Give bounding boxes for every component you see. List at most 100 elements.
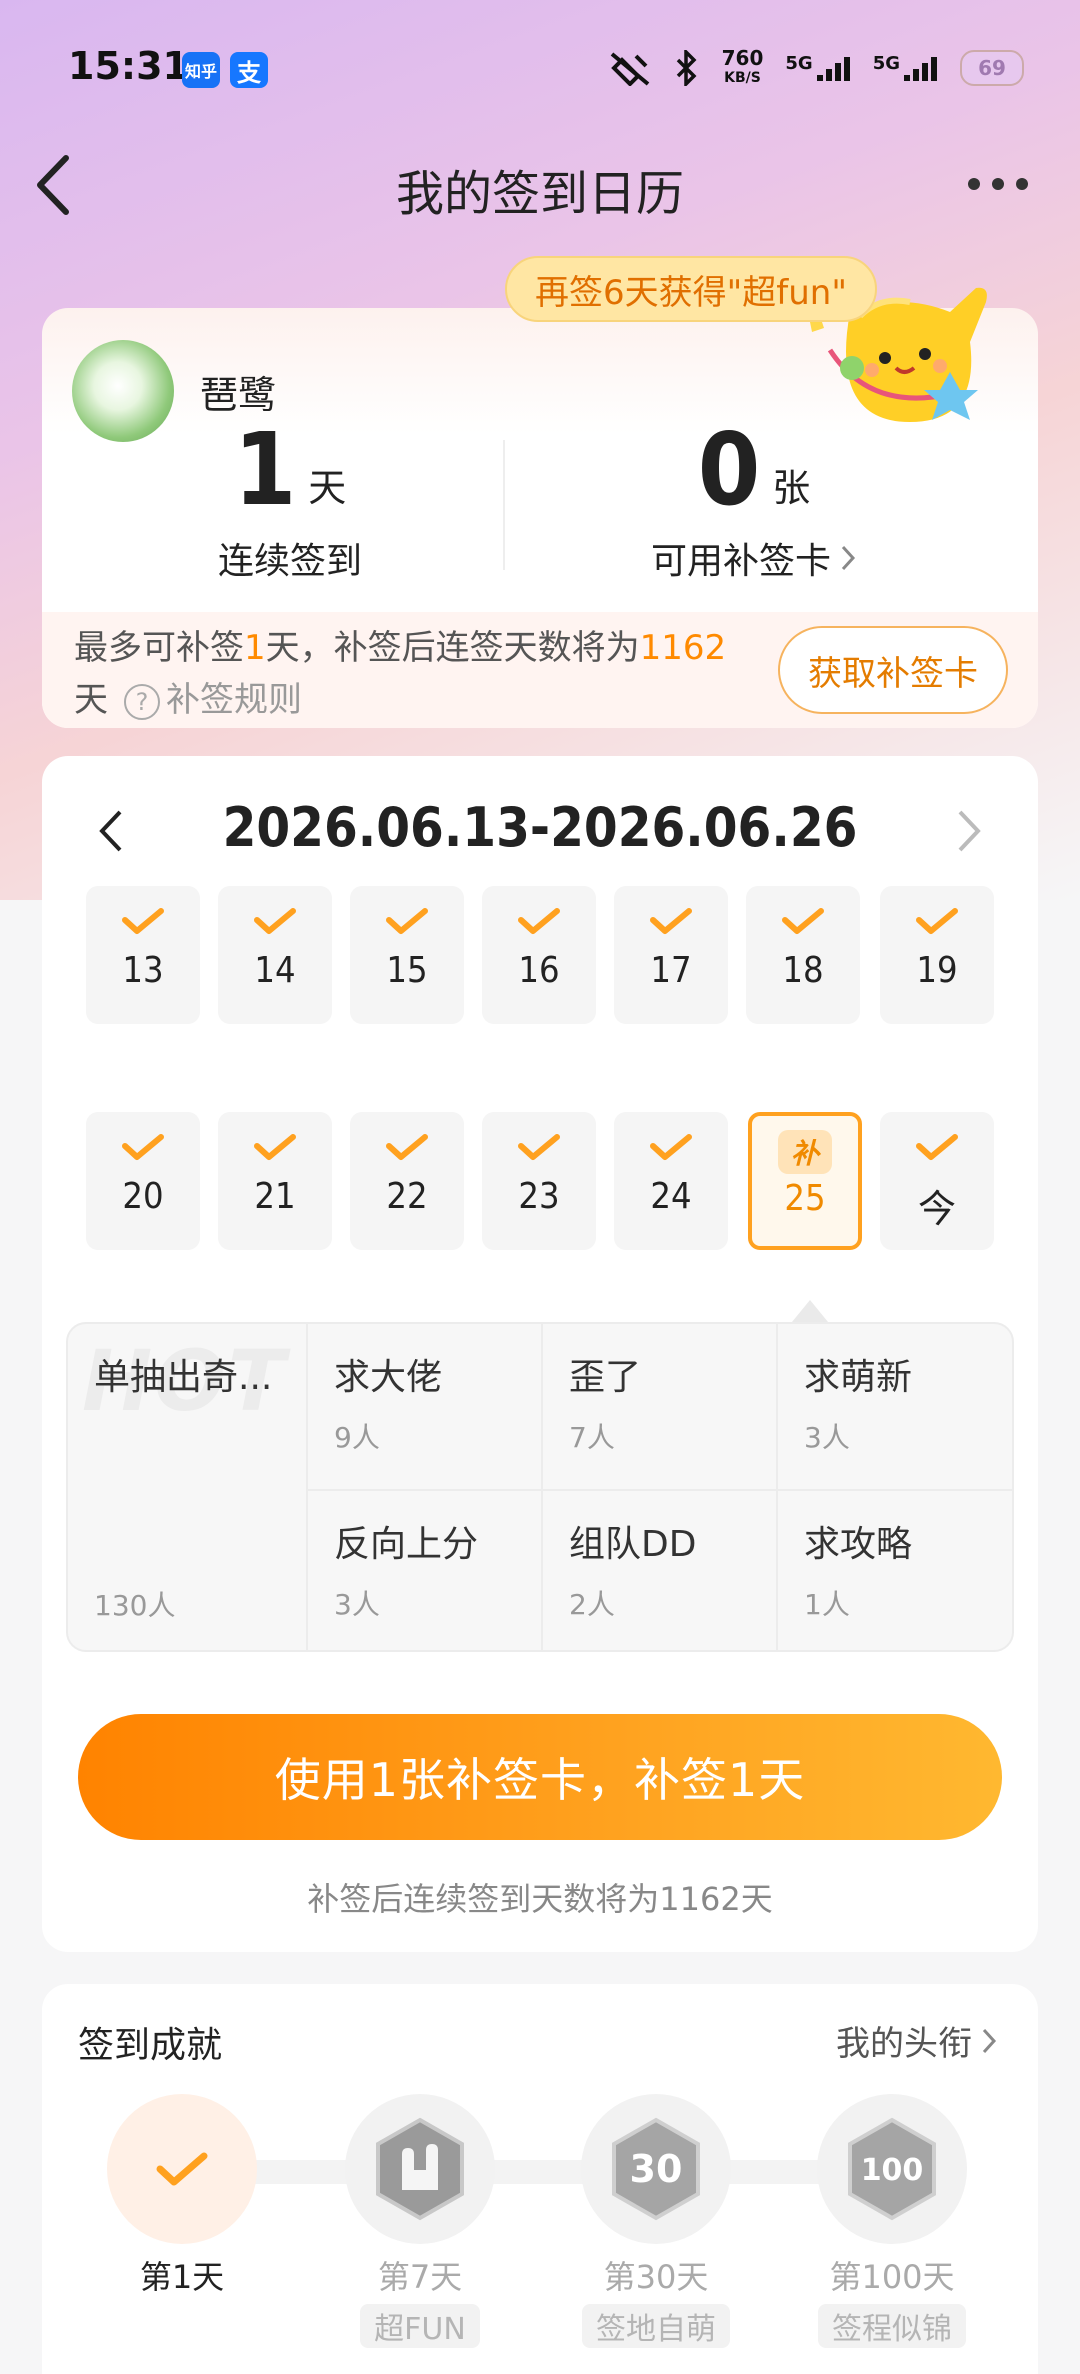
topic-item[interactable]: 求大佬 9人 <box>306 1324 541 1489</box>
day-number: 16 <box>518 950 560 991</box>
network-speed: 760 KB/S <box>721 46 764 86</box>
calendar-day[interactable]: 23 <box>482 1112 596 1250</box>
day-number: 15 <box>386 950 428 991</box>
achievement-tag-wrap: 超FUN <box>310 2304 530 2348</box>
achievement-day1-badge[interactable] <box>107 2094 257 2244</box>
achievement-tag-wrap: 签地自萌 <box>546 2304 766 2348</box>
achievement-day7-badge[interactable] <box>345 2094 495 2244</box>
topic-count: 7人 <box>569 1421 615 1454</box>
day-number: 14 <box>254 950 296 991</box>
calendar-day[interactable]: 16 <box>482 886 596 1024</box>
svg-text:100: 100 <box>861 2153 924 2188</box>
calendar-day-today[interactable]: 今 <box>880 1112 994 1250</box>
topic-name: 求萌新 <box>804 1357 913 1398</box>
calendar-day[interactable]: 22 <box>350 1112 464 1250</box>
topic-item[interactable]: 求萌新 3人 <box>776 1324 1012 1489</box>
topic-featured[interactable]: 单抽出奇... 130人 <box>68 1324 306 1650</box>
calendar-day[interactable]: 13 <box>86 886 200 1024</box>
topic-count: 9人 <box>334 1421 380 1454</box>
calendar-day[interactable]: 18 <box>746 886 860 1024</box>
achievement-day100-badge[interactable]: 100 <box>817 2094 967 2244</box>
signal-bars-icon <box>816 57 850 81</box>
topic-count: 1人 <box>804 1588 850 1621</box>
calendar-day[interactable]: 19 <box>880 886 994 1024</box>
topic-name: 反向上分 <box>334 1524 479 1565</box>
day-number: 20 <box>122 1176 164 1217</box>
day-number: 13 <box>122 950 164 991</box>
rock-hand-badge-icon <box>376 2117 464 2221</box>
achievement-tag: 签地自萌 <box>582 2304 730 2348</box>
check-icon <box>518 1134 560 1160</box>
more-menu-icon[interactable] <box>968 178 1028 190</box>
100-days-badge-icon: 100 <box>848 2117 936 2221</box>
topic-name: 组队DD <box>569 1524 697 1565</box>
zhihu-app-icon: 知乎 <box>182 52 220 88</box>
achievements-title: 签到成就 <box>78 2025 223 2066</box>
makeup-cards-link[interactable]: 可用补签卡 <box>506 532 1002 584</box>
achievement-day30-badge[interactable]: 30 <box>581 2094 731 2244</box>
topic-count: 3人 <box>804 1421 850 1454</box>
day-number: 23 <box>518 1176 560 1217</box>
mute-vibrate-icon <box>610 52 649 86</box>
day-number: 19 <box>916 950 958 991</box>
next-period-icon[interactable] <box>954 806 984 856</box>
check-icon <box>782 908 824 934</box>
achievement-label: 第100天 <box>829 2258 955 2296</box>
streak-stat: 1 天 <box>42 420 538 520</box>
calendar-day-makeup[interactable]: 补 25 <box>748 1112 862 1250</box>
day-number: 24 <box>650 1176 692 1217</box>
check-icon <box>518 908 560 934</box>
streak-label: 连续签到 <box>217 541 362 582</box>
calendar-day[interactable]: 21 <box>218 1112 332 1250</box>
makeup-cards-value: 0 <box>697 411 761 528</box>
bluetooth-icon <box>676 50 697 86</box>
topic-item[interactable]: 求攻略 1人 <box>776 1489 1012 1650</box>
check-icon <box>650 908 692 934</box>
streak-value: 1 <box>233 411 297 528</box>
makeup-cards-stat[interactable]: 0 张 <box>506 420 1002 520</box>
calendar-day[interactable]: 15 <box>350 886 464 1024</box>
topic-count: 2人 <box>569 1588 615 1621</box>
stat-divider <box>503 440 505 570</box>
check-icon <box>386 1134 428 1160</box>
30-days-badge-icon: 30 <box>612 2117 700 2221</box>
day-number: 25 <box>784 1178 826 1219</box>
achievement-label: 第30天 <box>603 2258 709 2296</box>
chevron-right-icon <box>841 545 856 571</box>
check-icon <box>122 1134 164 1160</box>
calendar-day[interactable]: 24 <box>614 1112 728 1250</box>
topic-item[interactable]: 歪了 7人 <box>541 1324 776 1489</box>
makeup-rules-link[interactable]: 补签规则 <box>166 680 302 720</box>
get-makeup-card-button[interactable]: 获取补签卡 <box>778 626 1008 714</box>
chevron-right-icon <box>982 2028 997 2053</box>
topic-name: 求大佬 <box>334 1357 443 1398</box>
topic-item[interactable]: 反向上分 3人 <box>306 1489 541 1650</box>
help-circle-icon[interactable]: ? <box>124 683 160 720</box>
achievement-tag: 签程似锦 <box>818 2304 966 2348</box>
check-icon <box>156 2152 208 2186</box>
calendar-day[interactable]: 17 <box>614 886 728 1024</box>
check-icon <box>916 1134 958 1160</box>
alipay-app-icon: 支 <box>230 52 268 88</box>
topics-pointer <box>792 1300 828 1322</box>
battery-icon: 69 <box>960 50 1024 86</box>
day-number: 17 <box>650 950 692 991</box>
makeup-info-text: 最多可补签1天，补签后连签天数将为1162 天? 补签规则 <box>74 628 727 720</box>
calendar-day[interactable]: 20 <box>86 1112 200 1250</box>
calendar-day[interactable]: 14 <box>218 886 332 1024</box>
date-range: 2026.06.13-2026.06.26 <box>222 796 858 859</box>
signal-5g-2: 5G <box>873 53 938 83</box>
check-icon <box>254 1134 296 1160</box>
makeup-cards-unit: 张 <box>772 466 811 510</box>
check-icon <box>916 908 958 934</box>
topic-name: 歪了 <box>569 1357 642 1398</box>
today-label: 今 <box>917 1187 956 1231</box>
my-titles-link[interactable]: 我的头衔 <box>836 2016 998 2065</box>
cta-subtitle: 补签后连续签到天数将为1162天 <box>307 1880 773 1918</box>
achievement-label: 第1天 <box>139 2258 225 2296</box>
achievement-tag-wrap: 签程似锦 <box>782 2304 1002 2348</box>
topic-item[interactable]: 组队DD 2人 <box>541 1489 776 1650</box>
makeup-tag: 补 <box>778 1130 832 1174</box>
day-number: 21 <box>254 1176 296 1217</box>
use-makeup-card-button[interactable]: 使用1张补签卡，补签1天 <box>78 1714 1002 1840</box>
